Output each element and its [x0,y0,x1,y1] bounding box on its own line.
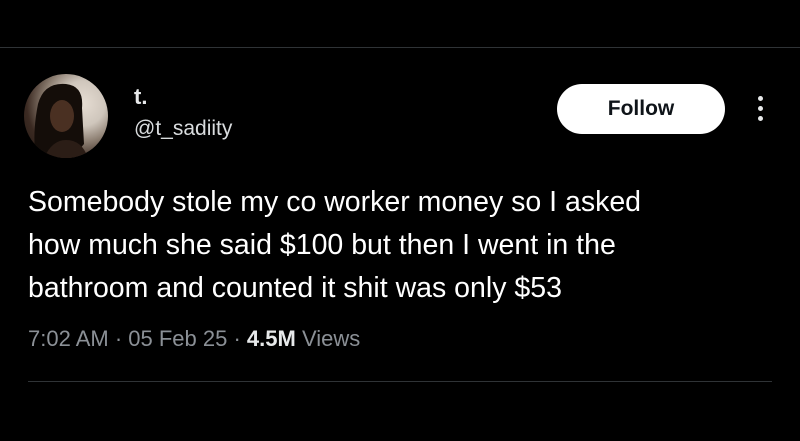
tweet-date[interactable]: 05 Feb 25 [128,326,227,351]
author-display-name[interactable]: t. [134,84,147,110]
views-label: Views [301,326,361,351]
tweet-meta: 7:02 AM · 05 Feb 25 · 4.5M Views [28,326,360,352]
meta-separator: · [227,326,247,351]
tweet-text-line: Somebody stole my co worker money so I a… [28,186,642,218]
bottom-divider [28,381,772,382]
tweet-text-line: how much she said $100 but then I went i… [28,229,616,261]
avatar-image [34,83,88,158]
more-dot [757,95,763,101]
author-handle[interactable]: @t_sadiity [134,117,232,141]
more-dot [757,105,763,111]
top-divider [0,47,800,48]
tweet-time[interactable]: 7:02 AM [28,326,109,351]
views-count: 4.5M [246,326,296,351]
follow-button[interactable]: Follow [557,84,725,134]
tweet-text: Somebody stole my co worker money so I a… [28,181,788,310]
tweet-text-line: bathroom and counted it shit was only $5… [28,272,562,304]
more-vertical-icon[interactable] [748,90,772,126]
meta-separator: · [108,326,129,351]
avatar[interactable] [24,74,108,158]
more-dot [757,115,763,121]
